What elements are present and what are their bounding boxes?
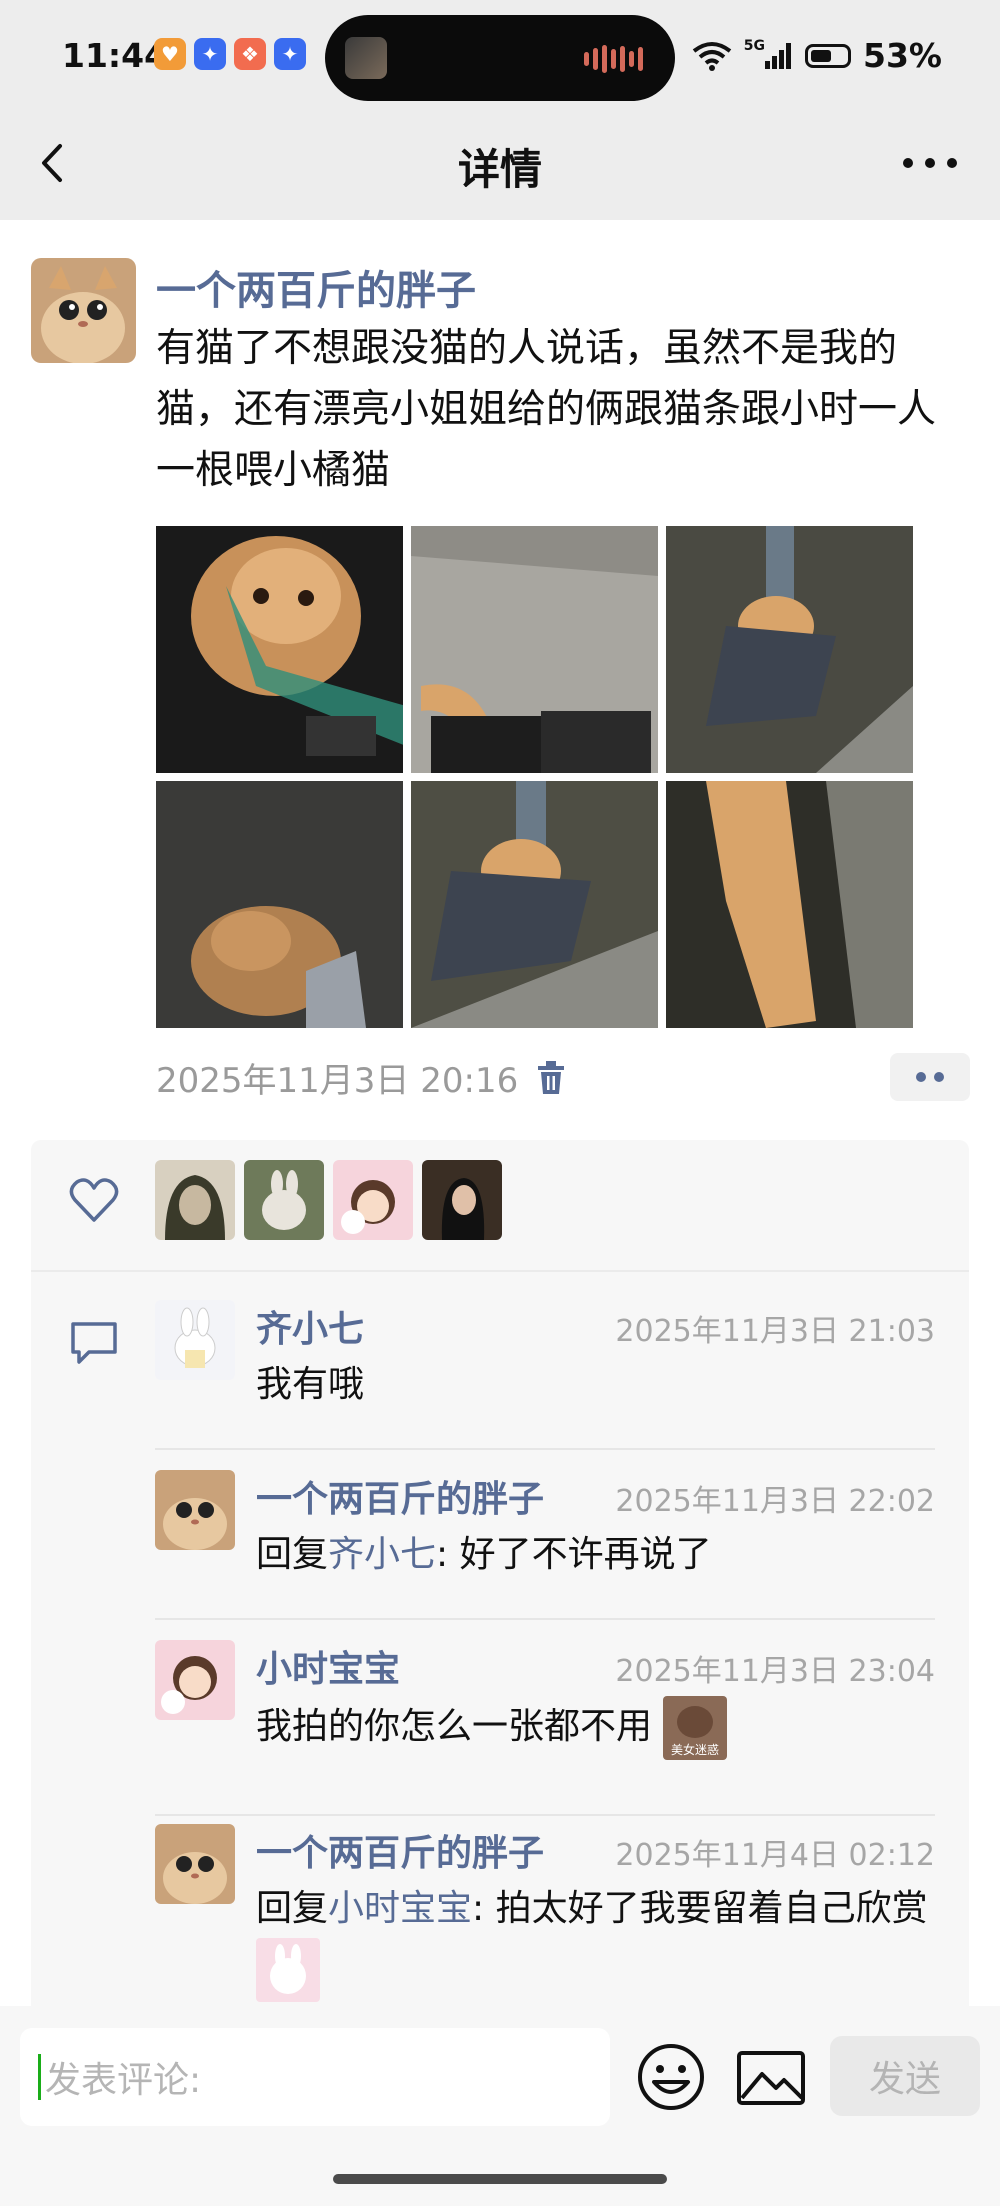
comment-text: 回复齐小七: 好了不许再说了: [256, 1526, 936, 1584]
comment-time: 2025年11月4日 02:12: [615, 1838, 935, 1873]
comment-body: 我拍的你怎么一张都不用: [256, 1706, 653, 1747]
reply-to-name[interactable]: 小时宝宝: [328, 1888, 472, 1929]
comment-body: 我有哦: [256, 1364, 365, 1405]
comment-input-placeholder: 发表评论:: [45, 2060, 202, 2101]
sticker-image[interactable]: [256, 1938, 320, 2002]
comment-time: 2025年11月3日 21:03: [615, 1314, 935, 1349]
reply-separator: :: [436, 1534, 460, 1575]
send-button[interactable]: 发送: [830, 2036, 980, 2116]
more-icon[interactable]: [900, 156, 960, 170]
app-notification-icon: ✦: [274, 38, 306, 70]
commenter-name[interactable]: 一个两百斤的胖子: [256, 1824, 544, 1876]
status-time: 11:44: [62, 36, 168, 75]
liker-avatar-1[interactable]: [155, 1160, 235, 1240]
app-notification-icon: ❖: [234, 38, 266, 70]
commenter-avatar[interactable]: [155, 1640, 235, 1720]
reply-prefix: 回复: [256, 1534, 329, 1575]
comment-text: 我拍的你怎么一张都不用 美女迷惑: [256, 1696, 936, 1760]
photo-grid: [156, 526, 914, 1028]
author-name[interactable]: 一个两百斤的胖子: [156, 258, 476, 316]
app-notification-icon: ♥: [154, 38, 186, 70]
dot: [934, 1072, 944, 1082]
audio-wave-icon: [584, 45, 643, 73]
cat-photo-4[interactable]: [156, 781, 403, 1028]
wifi-icon: [692, 41, 731, 71]
reply-prefix: 回复: [256, 1888, 329, 1929]
status-right: 5G 53%: [692, 36, 942, 75]
comment-icon: [71, 1322, 117, 1364]
comment-time: 2025年11月3日 23:04: [615, 1654, 935, 1689]
post-options-button[interactable]: [890, 1053, 970, 1101]
comment-composer: 发表评论: 发送: [0, 2006, 1000, 2206]
cat-photo-2[interactable]: [411, 526, 658, 773]
cat-photo-6[interactable]: [666, 781, 913, 1028]
reply-separator: :: [472, 1888, 496, 1929]
post-timestamp: 2025年11月3日 20:16: [156, 1061, 519, 1101]
status-bar: 11:44 ♥ ✦ ❖ ✦ 5G 53%: [0, 0, 1000, 110]
comment-divider: [155, 1618, 935, 1620]
comment-body: 拍太好了我要留着自己欣赏: [495, 1888, 928, 1929]
image-icon[interactable]: [736, 2050, 806, 2106]
dynamic-island: [325, 15, 675, 101]
commenter-avatar[interactable]: [155, 1824, 235, 1904]
comment-divider: [155, 1448, 935, 1450]
music-thumbnail: [345, 37, 387, 79]
comment-item[interactable]: 齐小七 2025年11月3日 21:03 我有哦: [155, 1300, 935, 1460]
likes-row: [31, 1140, 969, 1272]
cat-photo-1[interactable]: [156, 526, 403, 773]
notification-icons: ♥ ✦ ❖ ✦: [154, 38, 306, 70]
commenter-avatar[interactable]: [155, 1470, 235, 1550]
comment-text: 回复小时宝宝: 拍太好了我要留着自己欣赏: [256, 1880, 936, 2002]
app-notification-icon: ✦: [194, 38, 226, 70]
delete-icon[interactable]: [536, 1060, 566, 1095]
sticker-image[interactable]: 美女迷惑: [663, 1696, 728, 1760]
post-text: 有猫了不想跟没猫的人说话，虽然不是我的猫，还有漂亮小姐姐给的俩跟猫条跟小时一人一…: [156, 326, 937, 493]
commenter-name[interactable]: 一个两百斤的胖子: [256, 1470, 544, 1522]
network-type: 5G: [743, 37, 765, 54]
emoji-icon[interactable]: [636, 2042, 706, 2112]
post-meta: 2025年11月3日 20:16: [156, 1053, 566, 1102]
comment-time: 2025年11月3日 22:02: [615, 1484, 935, 1519]
commenter-name[interactable]: 齐小七: [256, 1300, 364, 1352]
reply-to-name[interactable]: 齐小七: [328, 1534, 436, 1575]
liker-avatar-3[interactable]: [333, 1160, 413, 1240]
cat-photo-3[interactable]: [666, 526, 913, 773]
comment-item[interactable]: 一个两百斤的胖子 2025年11月3日 22:02 回复齐小七: 好了不许再说了: [155, 1470, 935, 1630]
nav-bar: 详情: [0, 110, 1000, 220]
heart-icon: [69, 1178, 119, 1222]
battery-icon: [805, 43, 851, 68]
author-avatar[interactable]: [31, 258, 136, 363]
comment-item[interactable]: 小时宝宝 2025年11月3日 23:04 我拍的你怎么一张都不用 美女迷惑: [155, 1640, 935, 1826]
commenter-avatar[interactable]: [155, 1300, 235, 1380]
comment-text: 我有哦: [256, 1356, 936, 1414]
text-cursor: [38, 2054, 41, 2100]
liker-avatar-2[interactable]: [244, 1160, 324, 1240]
comment-input[interactable]: 发表评论:: [20, 2028, 610, 2126]
comment-body: 好了不许再说了: [459, 1534, 712, 1575]
sticker-caption: 美女迷惑: [671, 1742, 719, 1757]
dot: [916, 1072, 926, 1082]
liker-avatar-4[interactable]: [422, 1160, 502, 1240]
signal-icon: [765, 42, 791, 69]
cat-photo-5[interactable]: [411, 781, 658, 1028]
home-indicator[interactable]: [333, 2174, 667, 2184]
battery-level: 53%: [863, 36, 942, 75]
commenter-name[interactable]: 小时宝宝: [256, 1640, 400, 1692]
comment-divider: [155, 1814, 935, 1816]
page-title: 详情: [457, 145, 542, 194]
